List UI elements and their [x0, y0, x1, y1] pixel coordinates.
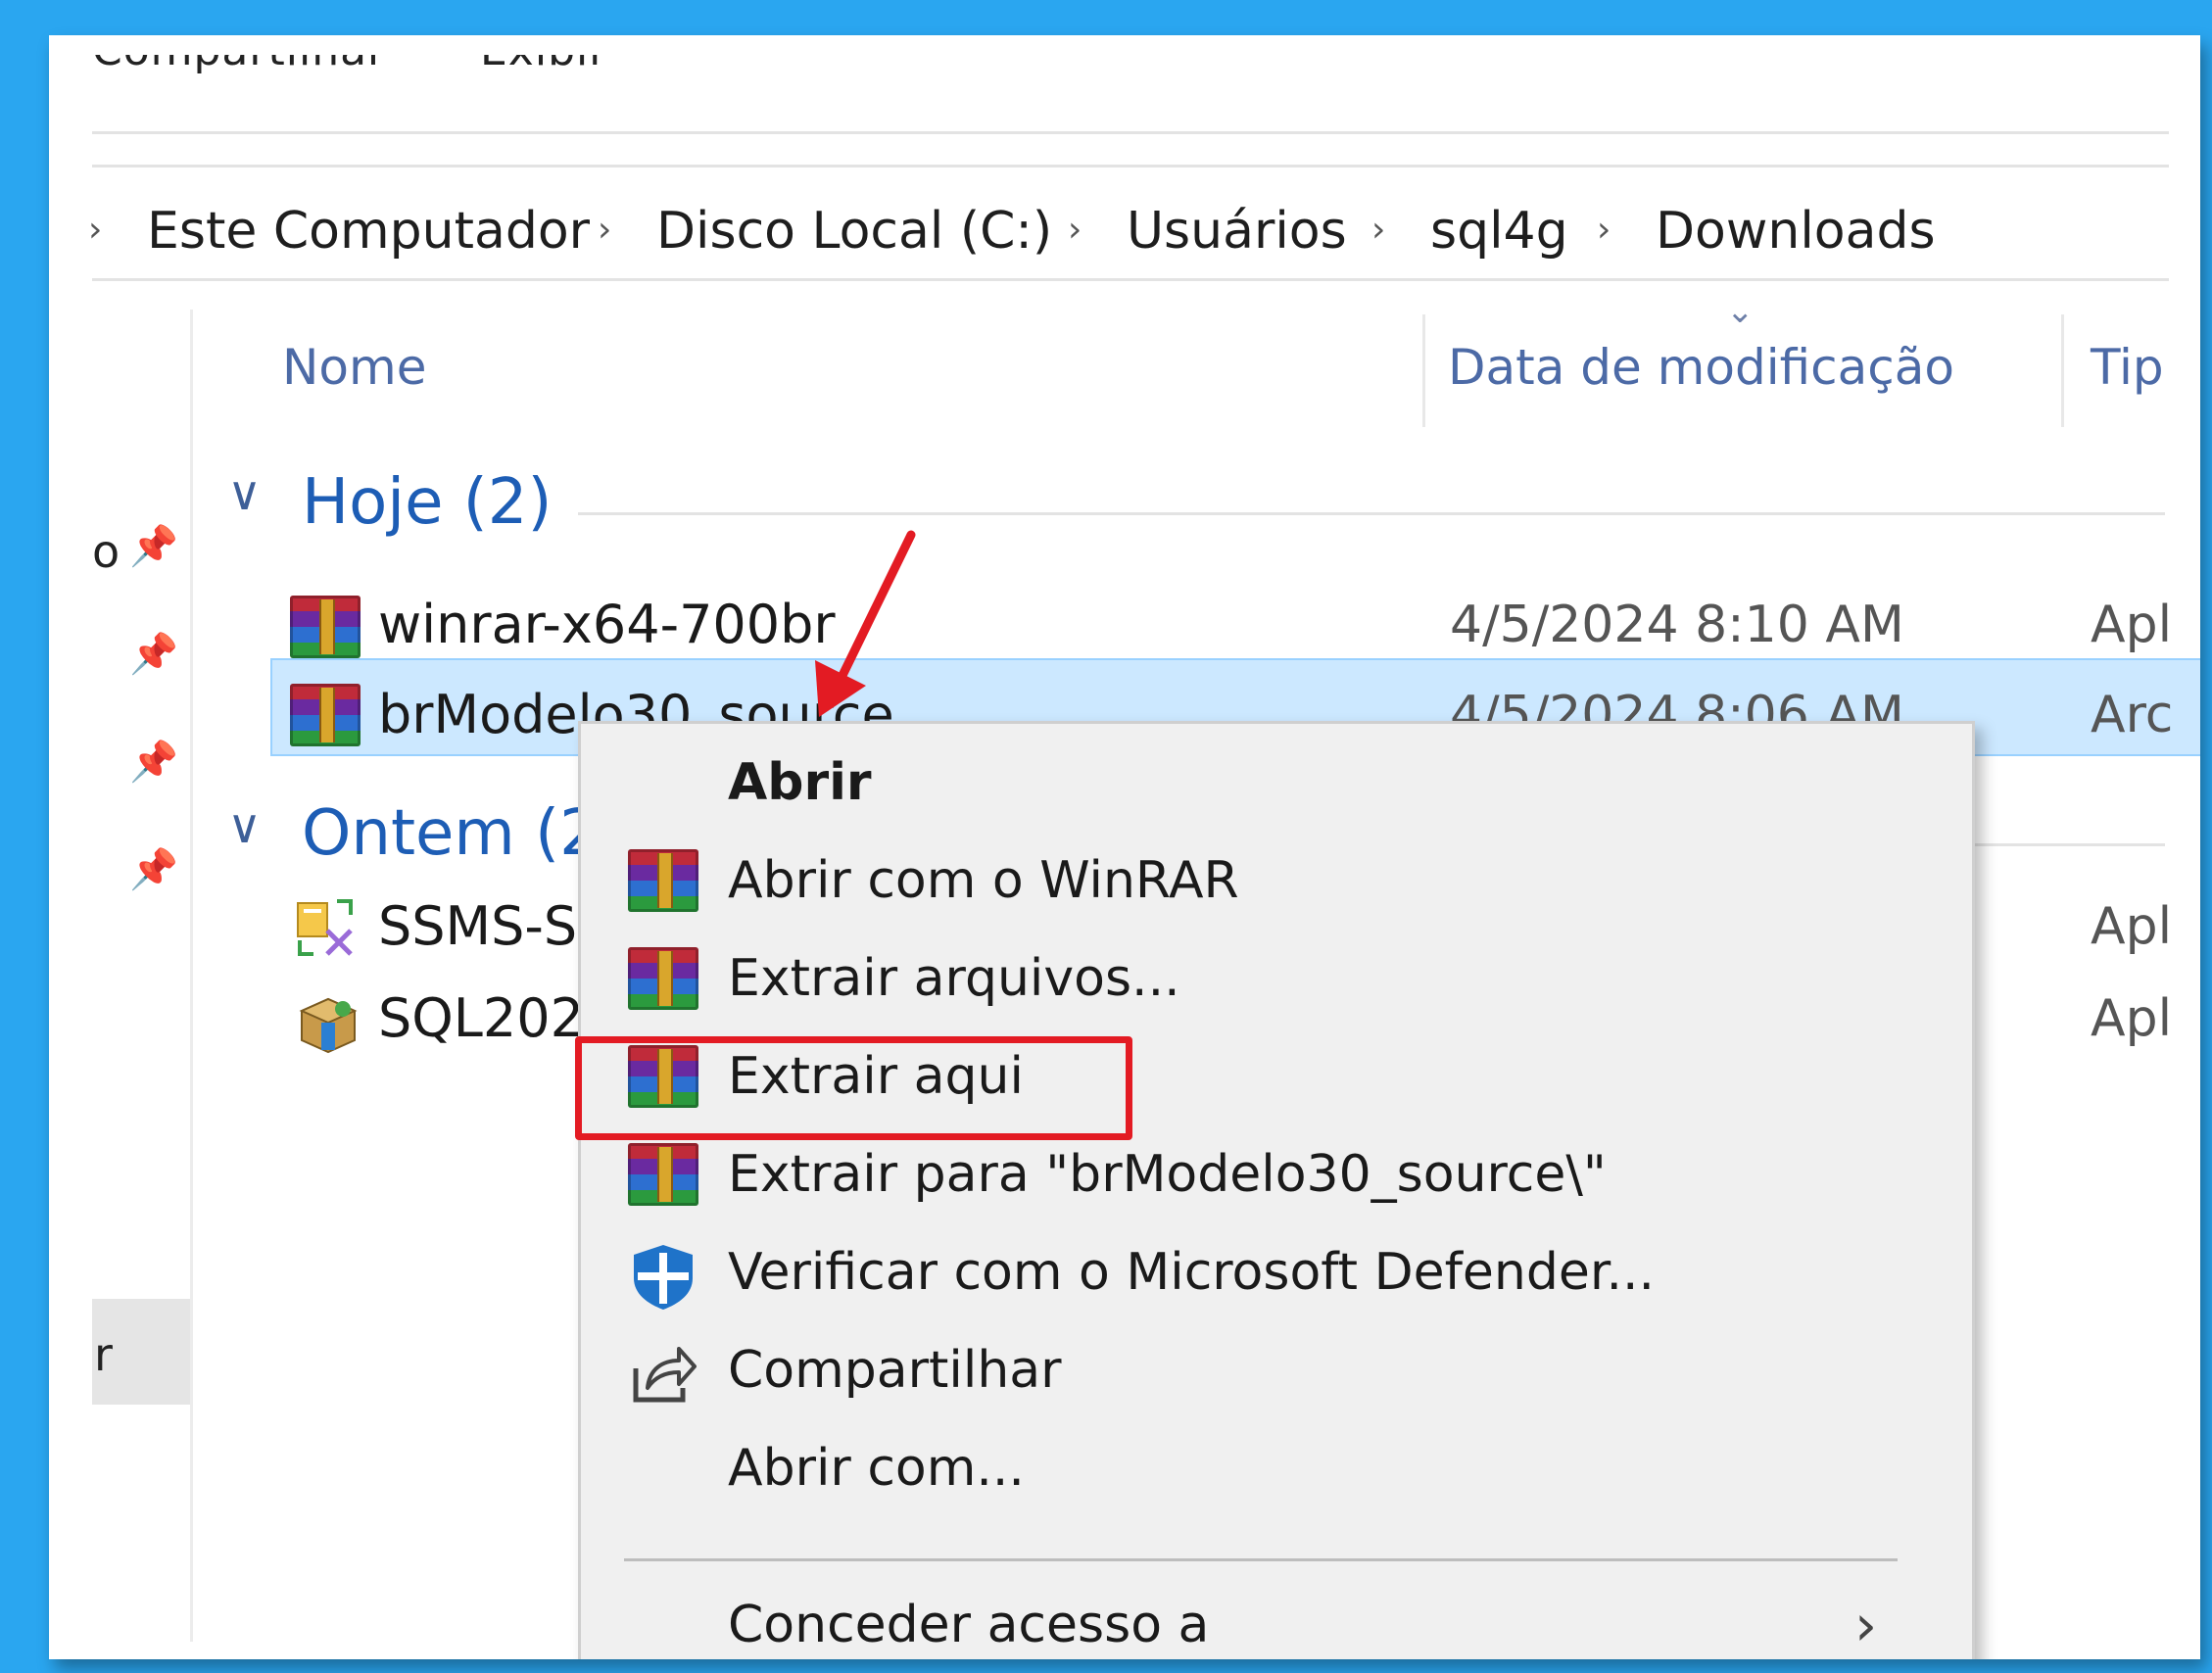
breadcrumb-item-computer[interactable]: Este Computador	[147, 202, 590, 261]
group-header-today[interactable]: Hoje (2)	[302, 466, 552, 539]
nav-pane-divider	[190, 310, 193, 1642]
pin-icon[interactable]: 📌	[129, 846, 178, 892]
column-header-date[interactable]: Data de modificação	[1448, 339, 1954, 396]
ssms-installer-icon	[294, 897, 357, 960]
chevron-right-icon: ›	[1854, 1592, 1878, 1658]
chevron-right-icon[interactable]: ›	[598, 210, 611, 250]
ribbon-tab-share[interactable]: Compartilhar	[92, 55, 386, 75]
menu-item-label: Abrir	[728, 753, 872, 812]
collapse-chevron-icon[interactable]: ∨	[227, 799, 262, 854]
ribbon-divider	[92, 165, 2169, 167]
file-type: Arc	[2091, 686, 2174, 744]
winrar-icon	[290, 596, 361, 658]
menu-item-label: Abrir com o WinRAR	[728, 851, 1239, 910]
address-bar-divider	[92, 278, 2169, 281]
chevron-right-icon[interactable]: ›	[1068, 210, 1082, 250]
context-menu: Abrir Abrir com o WinRAR Extrair arquivo…	[578, 721, 1975, 1659]
menu-item-label: Extrair para "brModelo30_source\"	[728, 1145, 1607, 1204]
file-explorer-window: Compartilhar Exibir › Este Computador › …	[49, 35, 2200, 1659]
menu-item-open-with[interactable]: Abrir com...	[581, 1421, 1972, 1515]
menu-item-extract-to-folder[interactable]: Extrair para "brModelo30_source\"	[581, 1127, 1972, 1221]
menu-item-label: Conceder acesso a	[728, 1596, 1210, 1654]
file-date: 4/5/2024 8:10 AM	[1450, 596, 1904, 654]
menu-item-open[interactable]: Abrir	[581, 736, 1972, 830]
winrar-icon	[628, 849, 698, 912]
menu-item-open-with-winrar[interactable]: Abrir com o WinRAR	[581, 834, 1972, 928]
ribbon-tab-view[interactable]: Exibir	[480, 55, 607, 75]
ribbon-divider	[92, 131, 2169, 134]
file-type: Apl	[2091, 989, 2173, 1048]
collapse-chevron-icon[interactable]: ∨	[227, 466, 262, 521]
column-header-type[interactable]: Tip	[2091, 339, 2164, 396]
column-separator[interactable]	[1422, 314, 1425, 427]
nav-item-selected[interactable]: r	[92, 1299, 190, 1405]
menu-item-label: Abrir com...	[728, 1439, 1025, 1498]
pin-icon[interactable]: 📌	[129, 739, 178, 785]
file-name[interactable]: SSMS-Se	[378, 895, 609, 957]
menu-item-extract-files[interactable]: Extrair arquivos...	[581, 932, 1972, 1026]
annotation-arrow	[815, 530, 916, 717]
file-type: Apl	[2091, 897, 2173, 956]
group-divider	[1969, 843, 2165, 846]
annotation-highlight-box	[575, 1036, 1132, 1140]
menu-item-label: Compartilhar	[728, 1341, 1062, 1400]
winrar-icon	[290, 684, 361, 746]
group-divider	[578, 512, 2165, 515]
column-separator[interactable]	[2061, 314, 2064, 427]
winrar-icon	[628, 1143, 698, 1206]
menu-item-scan-defender[interactable]: Verificar com o Microsoft Defender...	[581, 1225, 1972, 1319]
menu-item-label: Extrair arquivos...	[728, 949, 1180, 1008]
breadcrumb-item-local-disk[interactable]: Disco Local (C:)	[656, 202, 1052, 261]
breadcrumb-item-downloads[interactable]: Downloads	[1656, 202, 1936, 261]
sort-chevron-down-icon: ⌄	[1726, 292, 1755, 331]
menu-item-share[interactable]: Compartilhar	[581, 1323, 1972, 1417]
sql-installer-icon	[294, 989, 362, 1058]
menu-separator	[624, 1558, 1898, 1561]
chevron-right-icon[interactable]: ›	[1597, 210, 1611, 250]
nav-item-fragment[interactable]: o	[92, 525, 120, 578]
chevron-right-icon[interactable]: ›	[88, 210, 102, 250]
breadcrumb-item-sql4g[interactable]: sql4g	[1430, 202, 1568, 261]
group-header-yesterday[interactable]: Ontem (2	[302, 797, 600, 870]
column-header-name[interactable]: Nome	[282, 339, 426, 396]
menu-item-label: Verificar com o Microsoft Defender...	[728, 1243, 1656, 1302]
file-name[interactable]: winrar-x64-700br	[378, 594, 836, 655]
defender-shield-icon	[628, 1241, 698, 1312]
file-type: Apl	[2091, 596, 2173, 654]
pin-icon[interactable]: 📌	[129, 523, 178, 569]
share-icon	[628, 1339, 698, 1410]
breadcrumb-item-users[interactable]: Usuários	[1127, 202, 1347, 261]
menu-item-give-access[interactable]: Conceder acesso a ›	[581, 1578, 1972, 1659]
nav-item-fragment: r	[94, 1328, 113, 1381]
screenshot-frame: Compartilhar Exibir › Este Computador › …	[12, 12, 2200, 1665]
pin-icon[interactable]: 📌	[129, 631, 178, 677]
chevron-right-icon[interactable]: ›	[1371, 210, 1385, 250]
winrar-icon	[628, 947, 698, 1010]
